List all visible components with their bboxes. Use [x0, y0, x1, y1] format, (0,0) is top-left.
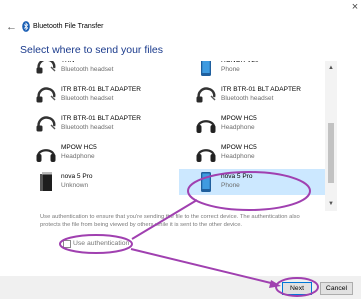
close-icon[interactable]: × — [349, 0, 361, 14]
device-name: MPOW HC5 — [61, 144, 97, 151]
device-item[interactable]: nova 5 Pro Phone — [179, 169, 331, 195]
device-name: MPOW HC5 — [221, 144, 257, 151]
device-item[interactable]: ITR BTR-01 BLT ADAPTER Bluetooth headset — [19, 82, 171, 108]
device-name: nova 5 Pro — [221, 173, 253, 180]
auth-description: Use authentication to ensure that you're… — [40, 214, 300, 228]
device-type: Unknown — [61, 182, 89, 189]
device-type: Headphone — [221, 124, 255, 131]
device-type: Bluetooth headset — [61, 95, 114, 102]
device-name: ITR BTR-01 BLT ADAPTER — [221, 86, 301, 93]
headphone-icon — [35, 142, 57, 164]
device-type: Phone — [221, 182, 240, 189]
device-list[interactable]: TRN-Bluetooth headset HONOR V20Phone ITR B… — [19, 61, 337, 211]
phone-icon — [195, 171, 217, 193]
device-item[interactable]: TRN-Bluetooth headset — [19, 61, 171, 79]
device-type: Headphone — [61, 153, 95, 160]
headset-icon — [35, 84, 57, 106]
headset-icon — [35, 61, 57, 77]
back-arrow-icon[interactable]: ← — [6, 21, 17, 33]
window-title: Bluetooth File Transfer — [33, 23, 104, 30]
headset-icon — [195, 84, 217, 106]
phone-icon — [195, 61, 217, 77]
headphone-icon — [195, 142, 217, 164]
device-type: Bluetooth headset — [61, 124, 114, 131]
headset-icon — [35, 113, 57, 135]
device-name: nova 5 Pro — [61, 173, 93, 180]
page-title: Select where to send your files — [20, 44, 163, 56]
device-item[interactable]: ITR BTR-01 BLT ADAPTER Bluetooth headset — [179, 82, 331, 108]
device-item[interactable]: MPOW HC5 Headphone — [179, 111, 331, 137]
device-type: Bluetooth headset — [61, 66, 114, 73]
next-button[interactable]: Next — [282, 282, 312, 295]
device-type: Bluetooth headset — [221, 95, 274, 102]
scrollbar[interactable]: ▲ ▼ — [325, 61, 337, 211]
device-type: Phone — [221, 66, 240, 73]
device-name: MPOW HC5 — [221, 115, 257, 122]
device-name: ITR BTR-01 BLT ADAPTER — [61, 86, 141, 93]
scroll-down-icon[interactable]: ▼ — [325, 201, 337, 207]
scrollbar-thumb[interactable] — [328, 123, 334, 183]
use-authentication-label[interactable]: Use authentication — [73, 239, 129, 248]
cancel-button[interactable]: Cancel — [320, 282, 353, 295]
scroll-up-icon[interactable]: ▲ — [325, 65, 337, 71]
device-item[interactable]: ITR BTR-01 BLT ADAPTER Bluetooth headset — [19, 111, 171, 137]
device-item[interactable]: MPOW HC5 Headphone — [19, 140, 171, 166]
device-type: Headphone — [221, 153, 255, 160]
device-item[interactable]: HONOR V20Phone — [179, 61, 331, 79]
use-authentication-checkbox[interactable] — [63, 240, 71, 248]
device-name: ITR BTR-01 BLT ADAPTER — [61, 115, 141, 122]
headphone-icon — [195, 113, 217, 135]
device-item[interactable]: MPOW HC5 Headphone — [179, 140, 331, 166]
bluetooth-icon — [22, 21, 30, 32]
unknown-device-icon — [35, 171, 57, 193]
device-item[interactable]: nova 5 Pro Unknown — [19, 169, 171, 195]
